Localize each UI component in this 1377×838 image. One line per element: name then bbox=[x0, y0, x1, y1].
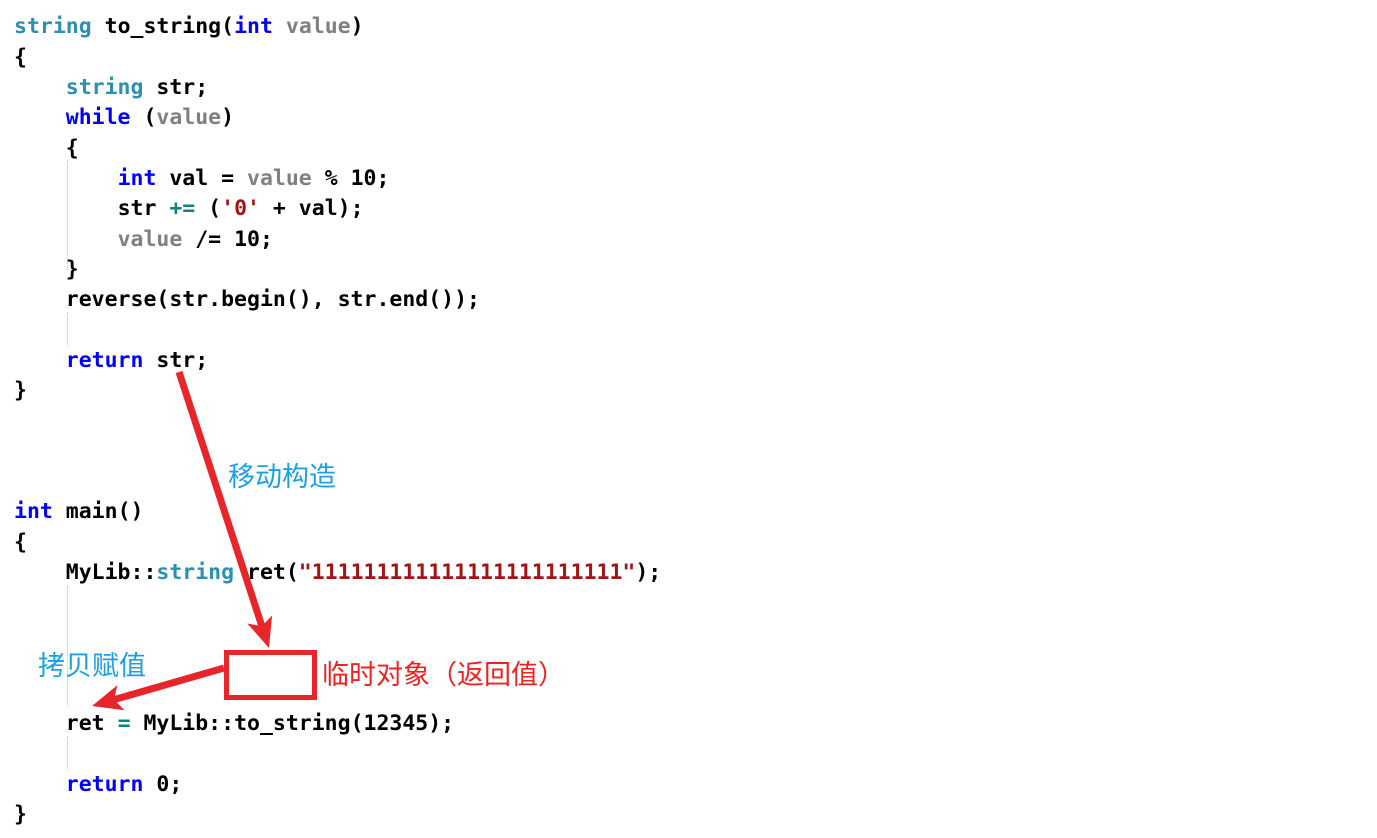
code-token-parameter: value bbox=[285, 14, 351, 39]
code-token-plain: } bbox=[14, 802, 27, 827]
code-line[interactable]: } bbox=[14, 800, 27, 830]
code-token-string_literal: "111111111111111111111111" bbox=[298, 560, 636, 585]
code-token-plain: ret( bbox=[234, 560, 299, 585]
code-token-plain: ) bbox=[350, 14, 364, 39]
code-token-plain: ( bbox=[130, 105, 157, 130]
code-token-plain: { bbox=[14, 45, 27, 70]
code-token-plain: } bbox=[14, 378, 27, 403]
code-line[interactable]: MyLib::string ret("111111111111111111111… bbox=[14, 558, 661, 588]
code-line[interactable]: return str; bbox=[14, 346, 208, 376]
code-line[interactable]: { bbox=[14, 43, 27, 73]
code-token-keyword: return bbox=[65, 348, 144, 373]
code-line[interactable]: return 0; bbox=[14, 770, 183, 800]
code-line[interactable]: } bbox=[14, 255, 79, 285]
code-token-plain: + val); bbox=[259, 196, 364, 221]
code-line[interactable]: } bbox=[14, 376, 27, 406]
code-token-plain: str; bbox=[143, 348, 209, 373]
code-token-operator: = bbox=[117, 711, 131, 736]
code-token-keyword: return bbox=[65, 772, 144, 797]
code-line[interactable]: reverse(str.begin(), str.end()); bbox=[14, 285, 480, 315]
code-token-keyword: while bbox=[65, 105, 131, 130]
code-line[interactable]: { bbox=[14, 134, 79, 164]
code-token-keyword: int bbox=[234, 14, 273, 39]
code-token-plain: ( bbox=[221, 14, 235, 39]
code-token-plain: main() bbox=[52, 499, 144, 524]
code-token-plain: { bbox=[65, 136, 79, 161]
source-code[interactable]: string to_string(int value){ string str;… bbox=[0, 0, 1377, 838]
code-token-plain: ret bbox=[65, 711, 118, 736]
code-token-plain: reverse(str.begin(), str.end()); bbox=[65, 287, 480, 312]
code-line[interactable]: string str; bbox=[14, 73, 208, 103]
code-token-parameter: value bbox=[247, 166, 312, 191]
code-token-plain: /= 10; bbox=[182, 227, 273, 252]
code-line[interactable]: ret = MyLib::to_string(12345); bbox=[14, 709, 454, 739]
code-editor-canvas: string to_string(int value){ string str;… bbox=[0, 0, 1377, 838]
code-token-operator: += bbox=[169, 196, 196, 221]
code-token-type: string bbox=[156, 560, 235, 585]
code-token-plain: { bbox=[14, 530, 27, 555]
code-token-plain: % 10; bbox=[311, 166, 390, 191]
code-line[interactable]: str += ('0' + val); bbox=[14, 194, 364, 224]
code-token-plain: MyLib::to_string(12345); bbox=[130, 711, 455, 736]
code-line[interactable]: value /= 10; bbox=[14, 225, 273, 255]
code-line[interactable]: string to_string(int value) bbox=[14, 12, 364, 42]
code-token-plain: ( bbox=[195, 196, 222, 221]
code-token-plain: ); bbox=[635, 560, 662, 585]
code-token-keyword: int bbox=[14, 499, 53, 524]
code-token-type: string bbox=[65, 75, 144, 100]
code-token-plain: val = bbox=[156, 166, 248, 191]
code-token-plain: 0; bbox=[143, 772, 183, 797]
code-token-string_literal: '0' bbox=[221, 196, 260, 221]
code-token-plain: ) bbox=[221, 105, 235, 130]
code-line[interactable]: int val = value % 10; bbox=[14, 164, 390, 194]
code-line[interactable]: int main() bbox=[14, 497, 143, 527]
code-token-type: string bbox=[14, 14, 92, 39]
code-token-parameter: value bbox=[117, 227, 183, 252]
code-token-plain: to_string bbox=[104, 14, 222, 39]
code-line[interactable]: { bbox=[14, 528, 27, 558]
code-line[interactable]: while (value) bbox=[14, 103, 234, 133]
code-token-plain: str; bbox=[143, 75, 209, 100]
code-token-plain: } bbox=[65, 257, 79, 282]
code-token-plain: MyLib:: bbox=[65, 560, 157, 585]
code-token-parameter: value bbox=[156, 105, 222, 130]
code-token-plain: str bbox=[117, 196, 170, 221]
temporary-object-highlight-box bbox=[224, 650, 317, 700]
code-token-keyword: int bbox=[117, 166, 157, 191]
